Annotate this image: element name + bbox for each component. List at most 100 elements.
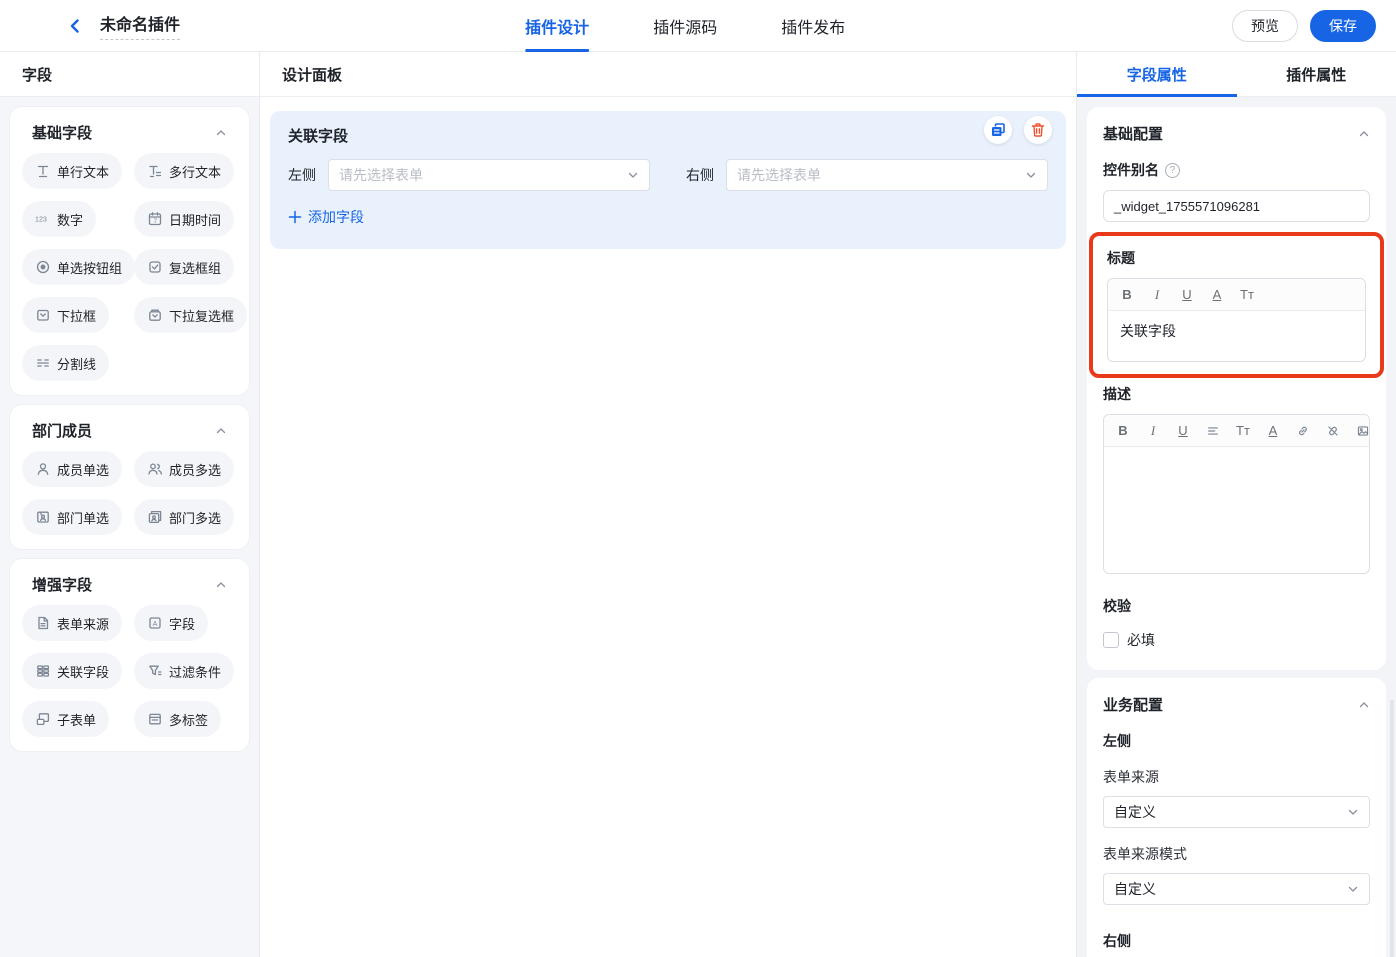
field-item-表单来源[interactable]: 表单来源 <box>22 605 123 641</box>
form-source-label: 表单来源 <box>1103 769 1159 785</box>
properties-panel: 字段属性 插件属性 基础配置 控件别名 ? _widget_17555710962… <box>1076 52 1396 957</box>
form-source-mode-select[interactable]: 自定义 <box>1103 873 1370 905</box>
filter-icon <box>147 663 163 679</box>
font-color-icon[interactable]: A <box>1266 421 1280 441</box>
highlight-annotation: 标题 B I U A Tт 关联字段 <box>1089 232 1384 378</box>
right-form-placeholder: 请先选择表单 <box>737 167 821 183</box>
field-item-成员多选[interactable]: 成员多选 <box>134 451 235 487</box>
field-item-数字[interactable]: 123 数字 <box>22 201 97 237</box>
left-form-select[interactable]: 请先选择表单 <box>328 159 650 191</box>
title-editor-input[interactable]: 关联字段 <box>1108 311 1365 361</box>
field-item-label: 部门多选 <box>169 510 222 526</box>
field-item-字段[interactable]: A 字段 <box>134 605 209 641</box>
field-group-card: 增强字段 表单来源 A 字段 关联字段 过滤条件 子表单 多标签 <box>10 559 249 751</box>
field-item-多行文本[interactable]: 多行文本 <box>134 153 235 189</box>
chevron-left-icon <box>66 17 84 35</box>
chevron-down-icon <box>627 169 639 181</box>
preview-button[interactable]: 预览 <box>1232 9 1298 42</box>
plugin-title[interactable]: 未命名插件 <box>100 11 181 40</box>
field-item-label: 下拉框 <box>57 308 97 324</box>
field-item-部门多选[interactable]: 部门多选 <box>134 499 235 535</box>
help-icon[interactable]: ? <box>1165 162 1180 178</box>
title-label: 标题 <box>1107 250 1135 266</box>
field-item-部门单选[interactable]: 部门单选 <box>22 499 123 535</box>
alias-input[interactable]: _widget_1755571096281 <box>1103 190 1370 222</box>
field-item-下拉框[interactable]: 下拉框 <box>22 297 110 333</box>
field-item-单选按钮组[interactable]: 单选按钮组 <box>22 249 136 285</box>
italic-icon[interactable]: I <box>1150 285 1164 305</box>
multi-line-text-icon <box>147 163 163 179</box>
save-button[interactable]: 保存 <box>1310 9 1376 42</box>
business-config-card: 业务配置 左侧 表单来源 自定义 表单来源模式 自定义 右侧 <box>1087 678 1386 957</box>
field-item-单行文本[interactable]: 单行文本 <box>22 153 123 189</box>
field-item-label: 表单来源 <box>57 616 110 632</box>
required-checkbox-row[interactable]: 必填 <box>1103 630 1370 650</box>
field-item-label: 子表单 <box>57 712 97 728</box>
basic-config-title: 基础配置 <box>1103 126 1164 143</box>
link-icon[interactable] <box>1296 421 1310 441</box>
field-item-过滤条件[interactable]: 过滤条件 <box>134 653 235 689</box>
dept-single-icon <box>35 509 51 525</box>
field-item-label: 成员单选 <box>57 462 110 478</box>
description-editor-toolbar: B I U Tт A <box>1104 415 1369 447</box>
design-canvas: 设计面板 关联字段 左侧 请先选择表单 右侧 请先选择表单 添加字段 <box>260 52 1076 957</box>
collapse-basic-config-button[interactable] <box>1358 128 1370 140</box>
number-icon: 123 <box>35 211 51 227</box>
bold-icon[interactable]: B <box>1116 421 1130 441</box>
topbar-tab-1[interactable]: 插件源码 <box>653 0 717 52</box>
back-button[interactable] <box>64 15 86 37</box>
form-source-select[interactable]: 自定义 <box>1103 796 1370 828</box>
form-source-mode-value: 自定义 <box>1114 881 1156 897</box>
description-editor-input[interactable] <box>1104 447 1369 573</box>
required-checkbox[interactable] <box>1103 632 1119 648</box>
field-icon: A <box>147 615 163 631</box>
add-field-button[interactable]: 添加字段 <box>288 207 364 227</box>
underline-icon[interactable]: U <box>1180 285 1194 305</box>
image-icon[interactable] <box>1356 421 1369 441</box>
right-side-label: 右侧 <box>686 167 714 183</box>
field-item-label: 关联字段 <box>57 664 110 680</box>
font-size-icon[interactable]: Tт <box>1240 285 1254 305</box>
align-icon[interactable] <box>1206 421 1220 441</box>
field-item-子表单[interactable]: 子表单 <box>22 701 110 737</box>
related-field-icon <box>35 663 51 679</box>
font-color-icon[interactable]: A <box>1210 285 1224 305</box>
add-field-label: 添加字段 <box>308 209 364 225</box>
properties-tab-0[interactable]: 字段属性 <box>1077 52 1237 97</box>
chevron-up-icon[interactable] <box>215 425 227 437</box>
collapse-business-config-button[interactable] <box>1358 699 1370 711</box>
topbar-tab-0[interactable]: 插件设计 <box>525 0 589 52</box>
delete-widget-button[interactable] <box>1024 116 1052 144</box>
scrollbar-thumb[interactable] <box>1390 700 1394 957</box>
italic-icon[interactable]: I <box>1146 421 1160 441</box>
business-left-label: 左侧 <box>1103 733 1131 749</box>
related-field-widget[interactable]: 关联字段 左侧 请先选择表单 右侧 请先选择表单 添加字段 <box>270 111 1066 249</box>
svg-text:A: A <box>153 621 158 628</box>
member-multi-icon <box>147 461 163 477</box>
field-item-多标签[interactable]: 多标签 <box>134 701 222 737</box>
sidebar-title: 字段 <box>0 52 259 97</box>
field-item-label: 日期时间 <box>169 212 222 228</box>
field-item-成员单选[interactable]: 成员单选 <box>22 451 123 487</box>
field-group-title: 基础字段 <box>32 125 93 142</box>
chevron-up-icon[interactable] <box>215 579 227 591</box>
field-item-label: 多行文本 <box>169 164 222 180</box>
field-item-日期时间[interactable]: 7 日期时间 <box>134 201 235 237</box>
topbar-tab-2[interactable]: 插件发布 <box>781 0 845 52</box>
field-item-下拉复选框[interactable]: 下拉复选框 <box>134 297 248 333</box>
field-item-label: 下拉复选框 <box>169 308 235 324</box>
required-label: 必填 <box>1127 632 1155 648</box>
radio-group-icon <box>35 259 51 275</box>
right-form-select[interactable]: 请先选择表单 <box>726 159 1048 191</box>
font-size-icon[interactable]: Tт <box>1236 421 1250 441</box>
chevron-up-icon[interactable] <box>215 127 227 139</box>
unlink-icon[interactable] <box>1326 421 1340 441</box>
field-item-复选框组[interactable]: 复选框组 <box>134 249 235 285</box>
properties-tab-1[interactable]: 插件属性 <box>1237 52 1396 96</box>
fields-sidebar: 字段 基础字段单行文本 多行文本 123 数字 7 日期时间单选按钮组 复选框组下拉框 下拉复… <box>0 52 260 957</box>
field-item-分割线[interactable]: 分割线 <box>22 345 110 381</box>
bold-icon[interactable]: B <box>1120 285 1134 305</box>
field-item-关联字段[interactable]: 关联字段 <box>22 653 123 689</box>
copy-widget-button[interactable] <box>984 116 1012 144</box>
underline-icon[interactable]: U <box>1176 421 1190 441</box>
